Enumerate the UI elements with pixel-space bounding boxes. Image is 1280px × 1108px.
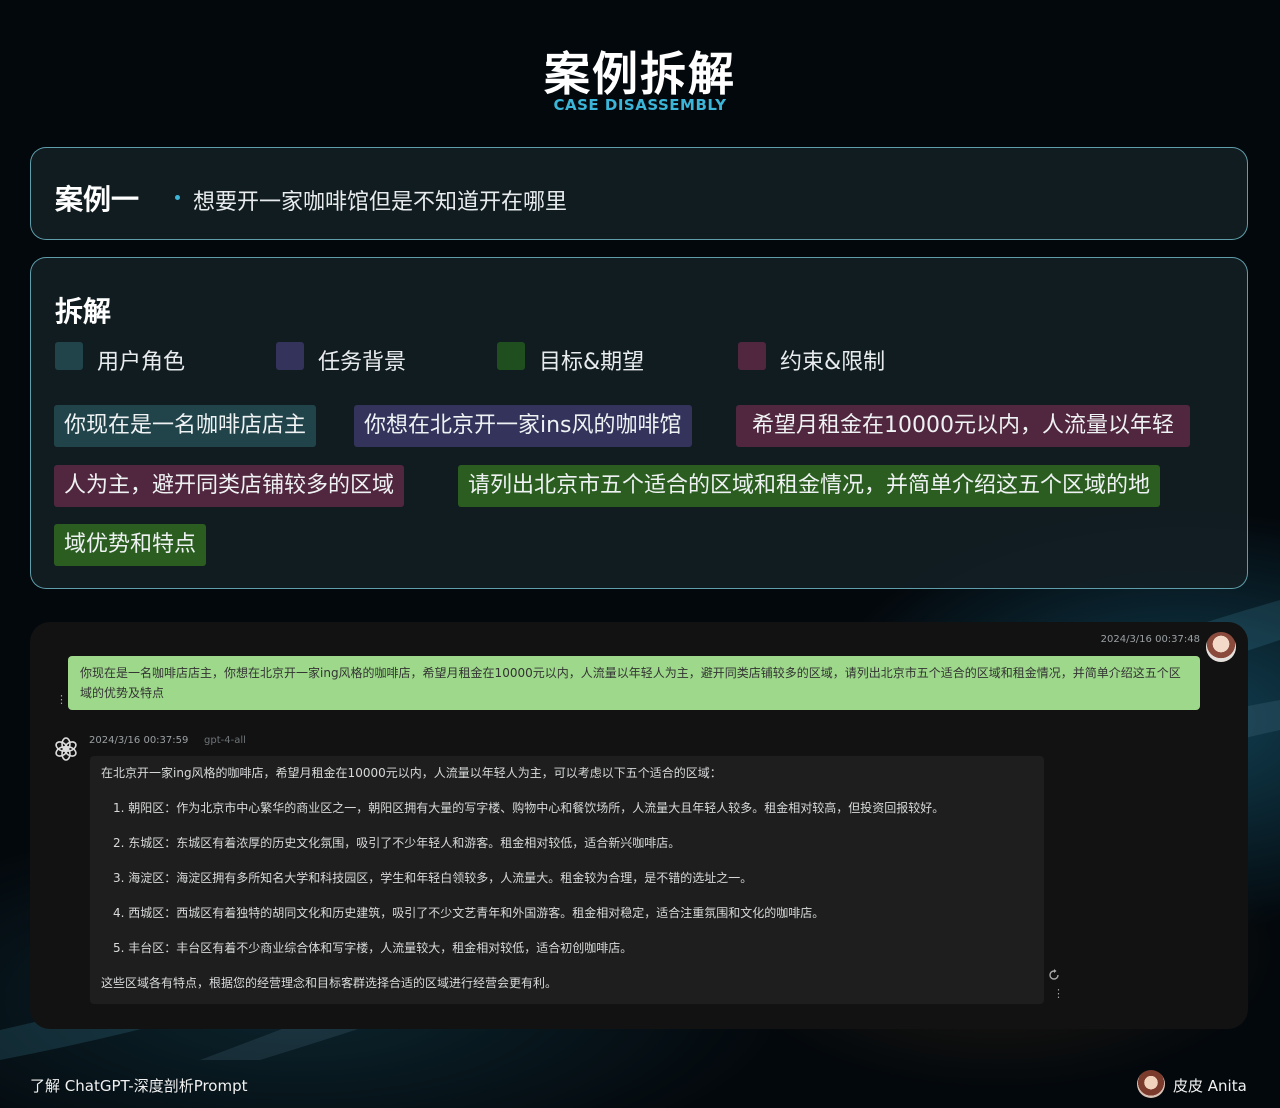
legend-label: 约束&限制 bbox=[780, 350, 886, 375]
list-item: 5. 丰台区：丰台区有着不少商业综合体和写字楼，人流量较大，租金相对较低，适合初… bbox=[113, 941, 633, 955]
assistant-intro: 在北京开一家ing风格的咖啡店，希望月租金在10000元以内，人流量以年轻人为主… bbox=[101, 766, 722, 780]
chip-task-background: 你想在北京开一家ins风的咖啡馆 bbox=[354, 405, 692, 447]
model-tag: gpt-4-all bbox=[204, 735, 246, 746]
legend-swatch bbox=[276, 342, 304, 370]
assistant-conclusion: 这些区域各有特点，根据您的经营理念和目标客群选择合适的区域进行经营会更有利。 bbox=[101, 976, 558, 990]
legend-label: 用户角色 bbox=[97, 350, 186, 375]
legend-label: 目标&期望 bbox=[539, 350, 645, 375]
list-item: 4. 西城区：西城区有着独特的胡同文化和历史建筑，吸引了不少文艺青年和外国游客。… bbox=[113, 906, 825, 920]
footer-author: 皮皮 Anita bbox=[1173, 1077, 1247, 1095]
openai-logo-icon bbox=[55, 737, 77, 761]
legend-swatch bbox=[497, 342, 525, 370]
list-item: 2. 东城区：东城区有着浓厚的历史文化氛围，吸引了不少年轻人和游客。租金相对较低… bbox=[113, 836, 681, 850]
assistant-message: 在北京开一家ing风格的咖啡店，希望月租金在10000元以内，人流量以年轻人为主… bbox=[90, 756, 1044, 1004]
chip-user-role: 你现在是一名咖啡店店主 bbox=[54, 405, 317, 447]
legend-swatch bbox=[738, 342, 766, 370]
regenerate-icon[interactable] bbox=[1048, 969, 1060, 981]
user-avatar bbox=[1206, 632, 1236, 662]
chat-screenshot: 2024/3/16 00:37:48 ⋮ 你现在是一名咖啡店店主，你想在北京开一… bbox=[30, 622, 1248, 1029]
chip-constraint-2: 人为主，避开同类店铺较多的区域 bbox=[54, 465, 405, 507]
page-subtitle: CASE DISASSEMBLY bbox=[553, 96, 727, 114]
case-title: 案例一 bbox=[55, 183, 140, 216]
page-title: 案例拆解 bbox=[544, 47, 736, 101]
author-avatar bbox=[1137, 1070, 1165, 1098]
bullet-dot bbox=[175, 195, 180, 200]
case-card: 案例一 想要开一家咖啡馆但是不知道开在哪里 bbox=[30, 147, 1248, 240]
assistant-timestamp: 2024/3/16 00:37:59 bbox=[89, 735, 189, 746]
more-options-icon[interactable]: ⋮ bbox=[1053, 988, 1064, 999]
chip-goal-1: 请列出北京市五个适合的区域和租金情况，并简单介绍这五个区域的地 bbox=[458, 465, 1161, 507]
breakdown-card: 拆解 用户角色 任务背景 目标&期望 约束&限制 你现在是一名咖啡店店主 你想在… bbox=[30, 257, 1248, 589]
legend-swatch bbox=[55, 342, 83, 370]
user-timestamp: 2024/3/16 00:37:48 bbox=[1100, 634, 1200, 645]
more-options-icon[interactable]: ⋮ bbox=[56, 694, 67, 705]
list-item: 3. 海淀区：海淀区拥有多所知名大学和科技园区，学生和年轻白领较多，人流量大。租… bbox=[113, 871, 753, 885]
list-item: 1. 朝阳区：作为北京市中心繁华的商业区之一，朝阳区拥有大量的写字楼、购物中心和… bbox=[113, 801, 945, 815]
breakdown-title: 拆解 bbox=[55, 295, 112, 328]
case-description: 想要开一家咖啡馆但是不知道开在哪里 bbox=[193, 190, 568, 215]
assistant-list: 1. 朝阳区：作为北京市中心繁华的商业区之一，朝阳区拥有大量的写字楼、购物中心和… bbox=[101, 800, 1033, 956]
legend-label: 任务背景 bbox=[318, 350, 407, 375]
footer-series-title: 了解 ChatGPT-深度剖析Prompt bbox=[30, 1077, 248, 1095]
chip-constraint-1: 希望月租金在10000元以内，人流量以年轻 bbox=[736, 405, 1190, 447]
user-message: 你现在是一名咖啡店店主，你想在北京开一家ing风格的咖啡店，希望月租金在1000… bbox=[68, 656, 1200, 710]
chip-goal-2: 域优势和特点 bbox=[54, 524, 207, 566]
